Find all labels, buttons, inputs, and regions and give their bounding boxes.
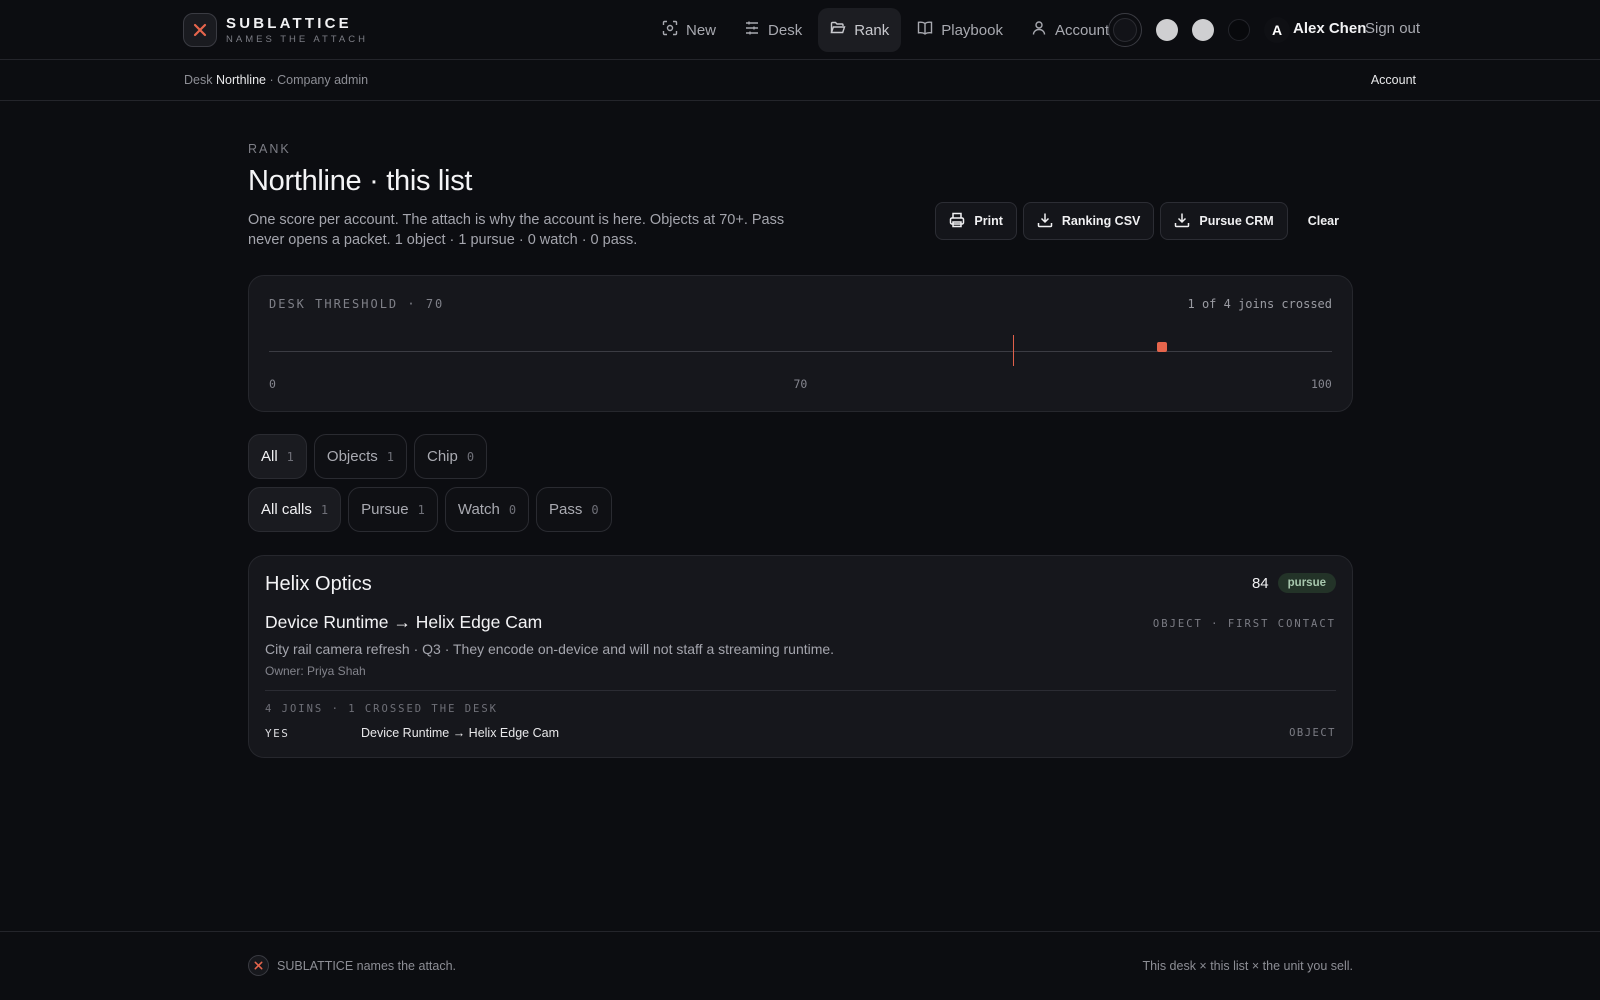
- book-icon: [917, 20, 933, 40]
- filter-all[interactable]: All 1: [248, 434, 307, 479]
- nav-item-playbook[interactable]: Playbook: [905, 8, 1015, 52]
- ranking-csv-label: Ranking CSV: [1061, 214, 1141, 228]
- filter-pursue[interactable]: Pursue 1: [348, 487, 438, 532]
- threshold-label: DESK THRESHOLD · 70: [269, 297, 445, 311]
- pursue-crm-button[interactable]: Pursue CRM: [1160, 202, 1288, 240]
- user-name: Alex Chen: [1293, 20, 1367, 37]
- filter-pass[interactable]: Pass 0: [536, 487, 612, 532]
- breadcrumb-role: · Company admin: [269, 73, 369, 87]
- tick-min: 0: [269, 377, 276, 391]
- threshold-marker: [1013, 335, 1015, 366]
- brand[interactable]: SUBLATTICE NAMES THE ATTACH: [183, 13, 368, 47]
- nav-label-rank: Rank: [854, 21, 890, 39]
- ranking-csv-button[interactable]: Ranking CSV: [1022, 202, 1155, 240]
- filter-pursue-label: Pursue: [361, 501, 409, 518]
- breadcrumb-desk[interactable]: Desk: [184, 73, 212, 87]
- nav-item-rank[interactable]: Rank: [818, 8, 902, 52]
- join-kind: OBJECT · FIRST CONTACT: [1152, 618, 1336, 630]
- filter-all-calls[interactable]: All calls 1: [248, 487, 342, 532]
- footer: SUBLATTICE names the attach. This desk ×…: [0, 931, 1600, 1000]
- page-eyebrow: RANK: [248, 142, 291, 156]
- join-row-status: YES: [265, 727, 290, 740]
- filter-objects-label: Objects: [326, 448, 378, 465]
- theme-swatch-light[interactable]: [1156, 19, 1178, 41]
- threshold-track: [269, 351, 1332, 352]
- page-title: Northline · this list: [248, 165, 473, 197]
- joins-summary: 4 JOINS · 1 CROSSED THE DESK: [265, 703, 499, 715]
- footer-left-text: SUBLATTICE names the attach.: [277, 958, 457, 973]
- filter-all-label: All: [261, 448, 278, 465]
- join-row-name: Device Runtime → Helix Edge Cam: [361, 726, 559, 740]
- sign-out-link[interactable]: Sign out: [1365, 20, 1420, 37]
- call-filter: All calls 1 Pursue 1 Watch 0 Pass 0: [248, 487, 1353, 532]
- filter-pass-count: 0: [591, 502, 599, 517]
- pursue-crm-label: Pursue CRM: [1199, 214, 1274, 228]
- brand-tagline: NAMES THE ATTACH: [226, 34, 368, 45]
- account-score: 84: [1251, 574, 1269, 592]
- breadcrumb-bar: Desk Northline · Company admin Account: [0, 60, 1600, 101]
- folder-open-icon: [830, 20, 846, 40]
- theme-swatch-graphite[interactable]: [1108, 13, 1142, 47]
- breadcrumb-company[interactable]: Northline: [216, 73, 266, 87]
- theme-swatch-silver[interactable]: [1192, 19, 1214, 41]
- filter-pursue-count: 1: [417, 502, 425, 517]
- clear-button[interactable]: Clear: [1294, 202, 1353, 240]
- filter-watch[interactable]: Watch 0: [444, 487, 530, 532]
- user-icon: [1031, 20, 1047, 40]
- footer-logo-x-icon: [248, 955, 269, 976]
- page-description: One score per account. The attach is why…: [248, 212, 785, 248]
- main-nav: New Desk Rank Playbook Account: [650, 8, 1121, 52]
- avatar[interactable]: A: [1264, 17, 1290, 43]
- account-name[interactable]: Helix Optics: [265, 573, 372, 596]
- nav-item-new[interactable]: New: [650, 8, 728, 52]
- brand-name: SUBLATTICE: [226, 15, 352, 32]
- join-row-kind: OBJECT: [1289, 727, 1336, 739]
- printer-icon: [949, 212, 965, 231]
- theme-swatch-dark[interactable]: [1228, 19, 1250, 41]
- filter-watch-label: Watch: [457, 501, 500, 518]
- footer-right-text: This desk × this list × the unit you sel…: [1142, 959, 1353, 973]
- filter-chip-label: Chip: [427, 448, 458, 465]
- nav-label-playbook: Playbook: [941, 21, 1003, 39]
- nav-label-new: New: [686, 21, 717, 39]
- nav-item-account[interactable]: Account: [1019, 8, 1121, 52]
- filter-objects[interactable]: Objects 1: [313, 434, 407, 479]
- owner: Owner: Priya Shah: [265, 664, 366, 678]
- filter-all-calls-count: 1: [320, 502, 329, 517]
- tick-mid: 70: [793, 377, 808, 391]
- print-button[interactable]: Print: [935, 202, 1017, 240]
- desk-threshold-panel: DESK THRESHOLD · 70 1 of 4 joins crossed…: [248, 275, 1353, 412]
- scan-icon: [662, 20, 678, 40]
- filter-all-calls-label: All calls: [261, 501, 312, 518]
- type-filter: All 1 Objects 1 Chip 0: [248, 434, 1353, 479]
- sliders-icon: [744, 20, 760, 40]
- divider: [265, 690, 1336, 691]
- nav-label-desk: Desk: [768, 21, 803, 39]
- print-label: Print: [974, 214, 1003, 228]
- filter-objects-count: 1: [386, 449, 394, 464]
- download-icon: [1037, 212, 1053, 231]
- nav-item-desk[interactable]: Desk: [732, 8, 814, 52]
- join-description: City rail camera refresh · Q3 · They enc…: [265, 641, 835, 657]
- filter-all-count: 1: [286, 449, 294, 464]
- tick-max: 100: [1311, 377, 1332, 391]
- threshold-status: 1 of 4 joins crossed: [1187, 297, 1333, 311]
- filter-watch-count: 0: [508, 502, 517, 517]
- main-content: RANK Northline · this list One score per…: [248, 142, 1353, 758]
- nav-label-account: Account: [1054, 21, 1110, 39]
- theme-switcher: A: [1108, 13, 1290, 47]
- top-bar: SUBLATTICE NAMES THE ATTACH New Desk Ran…: [0, 0, 1600, 60]
- action-bar: Print Ranking CSV Pursue CRM Clear: [935, 202, 1353, 240]
- account-card[interactable]: Helix Optics 84 pursue Device Runtime → …: [248, 555, 1353, 758]
- join-title: Device Runtime → Helix Edge Cam: [265, 612, 543, 632]
- filter-chip[interactable]: Chip 0: [414, 434, 488, 479]
- score-point: [1156, 342, 1167, 352]
- download-icon: [1174, 212, 1190, 231]
- status-badge: pursue: [1277, 573, 1336, 593]
- breadcrumb: Desk Northline · Company admin: [184, 73, 368, 87]
- filter-chip-count: 0: [466, 449, 475, 464]
- logo-x-icon: [183, 13, 217, 47]
- breadcrumb-account-link[interactable]: Account: [1371, 73, 1416, 87]
- filter-pass-label: Pass: [549, 501, 583, 518]
